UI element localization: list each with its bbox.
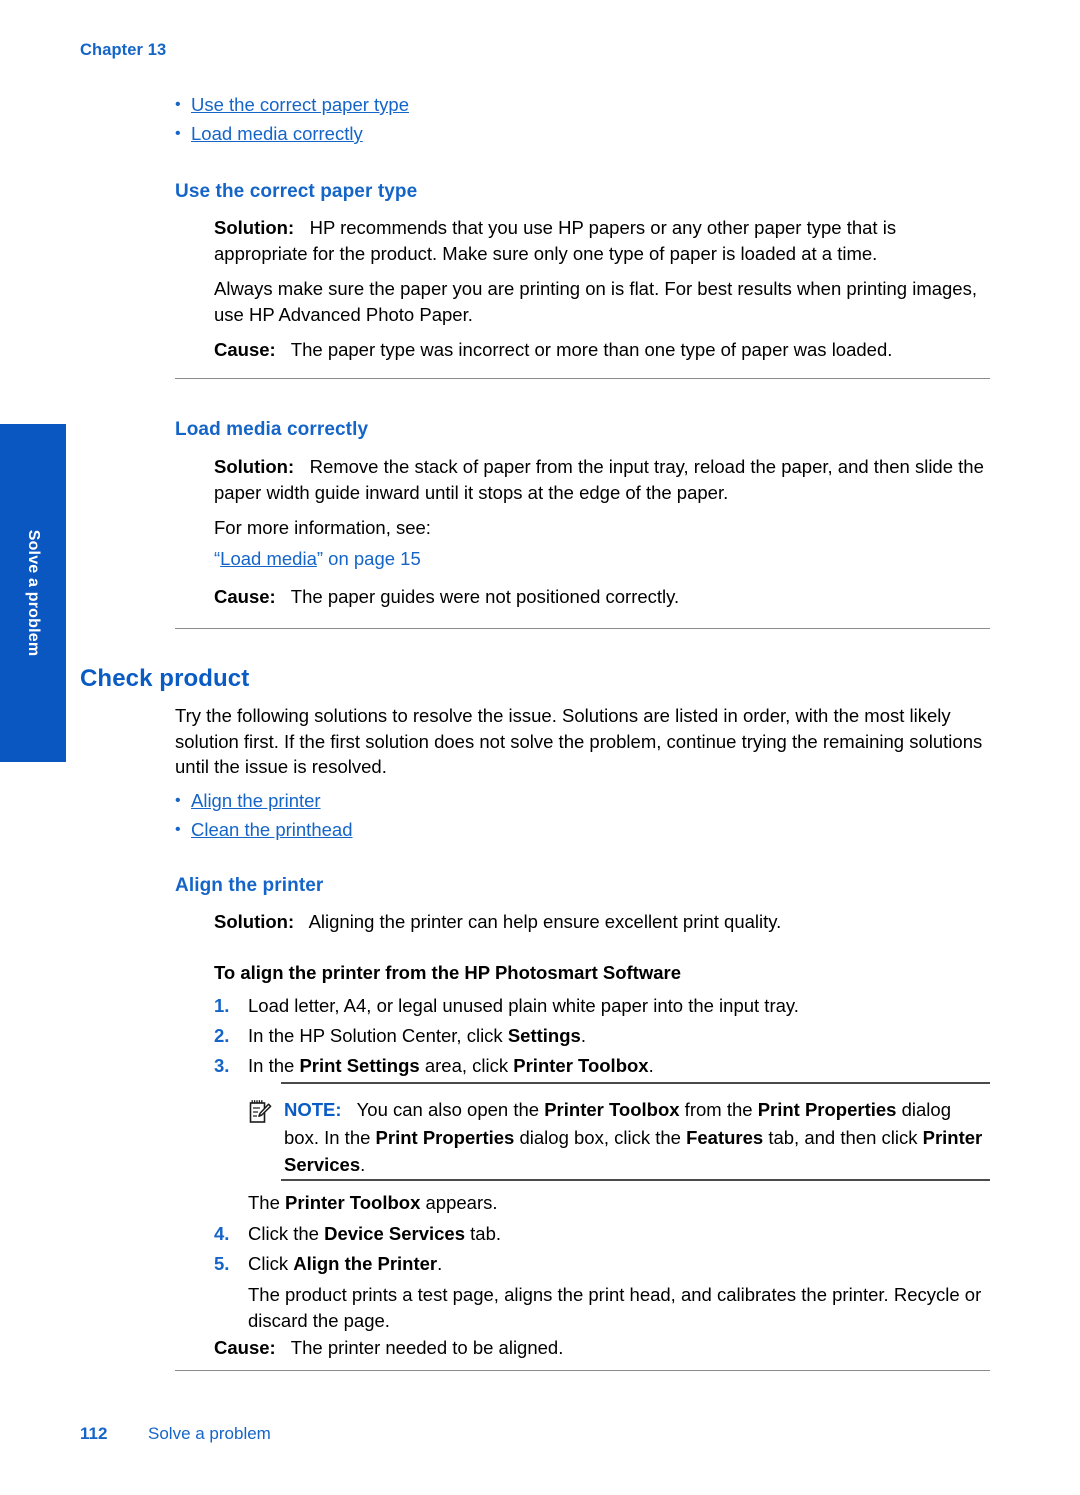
paragraph-align-result: The product prints a test page, aligns t…	[248, 1284, 982, 1331]
procedure-steps-1-3: 1. Load letter, A4, or legal unused plai…	[214, 991, 994, 1081]
heading-align-the-printer: Align the printer	[175, 875, 324, 896]
solution-text: Aligning the printer can help ensure exc…	[308, 911, 782, 932]
solution-label: Solution:	[214, 911, 295, 932]
step-item: 2. In the HP Solution Center, click Sett…	[214, 1021, 994, 1051]
list-item[interactable]: • Clean the printhead	[175, 815, 995, 844]
cause-label: Cause:	[214, 1337, 276, 1358]
step-number: 1.	[214, 995, 230, 1016]
step-number: 4.	[214, 1223, 230, 1244]
list-item[interactable]: • Load media correctly	[175, 119, 995, 148]
footer-section-name: Solve a problem	[148, 1424, 271, 1443]
procedure-steps-4-5: 4. Click the Device Services tab. 5. Cli…	[214, 1219, 994, 1279]
solution-text: HP recommends that you use HP papers or …	[214, 217, 897, 264]
step-item: 4. Click the Device Services tab.	[214, 1219, 994, 1249]
note-bottom-border	[281, 1179, 990, 1181]
link-use-the-correct-paper-type[interactable]: Use the correct paper type	[191, 90, 409, 119]
note-label: NOTE:	[284, 1099, 342, 1120]
paragraph-solution-align-printer: Solution: Aligning the printer can help …	[214, 909, 990, 935]
section-divider	[175, 378, 990, 379]
chapter-header: Chapter 13	[80, 41, 167, 59]
list-item[interactable]: • Align the printer	[175, 786, 995, 815]
section-divider	[175, 628, 990, 629]
paragraph-solution-load-media: Solution: Remove the stack of paper from…	[214, 454, 990, 505]
heading-procedure-align-printer: To align the printer from the HP Photosm…	[214, 962, 681, 983]
link-load-media-correctly[interactable]: Load media correctly	[191, 119, 363, 148]
paragraph-check-product-intro: Try the following solutions to resolve t…	[175, 705, 983, 777]
solution-label: Solution:	[214, 456, 295, 477]
cause-label: Cause:	[214, 586, 276, 607]
cause-text: The paper type was incorrect or more tha…	[290, 339, 893, 360]
footer-page-number: 112	[80, 1424, 108, 1443]
step-text: Click the Device Services tab.	[248, 1223, 501, 1244]
note-body-text: You can also open the Printer Toolbox fr…	[284, 1099, 983, 1175]
bullet-dot-icon: •	[175, 792, 181, 809]
paragraph-paper-flat: Always make sure the paper you are print…	[214, 278, 977, 325]
xref-page-tail: on page 15	[323, 548, 421, 569]
paragraph-cause-align-printer: Cause: The printer needed to be aligned.	[214, 1335, 990, 1361]
paragraph-cause-load-media: Cause: The paper guides were not positio…	[214, 584, 990, 610]
list-item[interactable]: • Use the correct paper type	[175, 90, 995, 119]
solution-label: Solution:	[214, 217, 295, 238]
note-text: NOTE: You can also open the Printer Tool…	[248, 1096, 990, 1179]
solution-text: Remove the stack of paper from the input…	[214, 456, 984, 503]
cross-reference-load-media[interactable]: “Load media” on page 15	[214, 548, 990, 570]
top-link-list: • Use the correct paper type • Load medi…	[175, 90, 995, 148]
heading-load-media-correctly: Load media correctly	[175, 419, 369, 440]
section-divider	[175, 1370, 990, 1371]
link-load-media-xref[interactable]: Load media	[220, 548, 317, 569]
link-align-the-printer[interactable]: Align the printer	[191, 786, 321, 815]
step-item: 3. In the Print Settings area, click Pri…	[214, 1051, 994, 1081]
paragraph-solution-paper-type: Solution: HP recommends that you use HP …	[214, 215, 990, 266]
step-item: 1. Load letter, A4, or legal unused plai…	[214, 991, 994, 1021]
check-product-link-list: • Align the printer • Clean the printhea…	[175, 786, 995, 844]
document-page: Chapter 13 Solve a problem • Use the cor…	[0, 0, 1080, 1495]
paragraph-cause-paper-type: Cause: The paper type was incorrect or m…	[214, 337, 990, 363]
step-text: Click Align the Printer.	[248, 1253, 443, 1274]
side-tab-solve-a-problem: Solve a problem	[0, 424, 66, 762]
bullet-dot-icon: •	[175, 125, 181, 142]
step-number: 2.	[214, 1025, 230, 1046]
step-number: 3.	[214, 1055, 230, 1076]
heading-use-the-correct-paper-type: Use the correct paper type	[175, 181, 418, 202]
step-text: In the Print Settings area, click Printe…	[248, 1055, 654, 1076]
step-item: 5. Click Align the Printer.	[214, 1249, 994, 1279]
link-clean-the-printhead[interactable]: Clean the printhead	[191, 815, 352, 844]
cause-text: The paper guides were not positioned cor…	[290, 586, 680, 607]
bullet-dot-icon: •	[175, 96, 181, 113]
step-text: Load letter, A4, or legal unused plain w…	[248, 995, 799, 1016]
paragraph-more-information: For more information, see:	[214, 517, 431, 538]
note-block: NOTE: You can also open the Printer Tool…	[248, 1096, 990, 1179]
heading-check-product: Check product	[80, 665, 250, 692]
paragraph-printer-toolbox-appears: The Printer Toolbox appears.	[248, 1192, 498, 1213]
step-text: In the HP Solution Center, click Setting…	[248, 1025, 586, 1046]
step-number: 5.	[214, 1253, 230, 1274]
note-top-border	[281, 1082, 990, 1084]
note-pencil-icon	[248, 1099, 272, 1125]
bullet-dot-icon: •	[175, 821, 181, 838]
cause-label: Cause:	[214, 339, 276, 360]
cause-text: The printer needed to be aligned.	[290, 1337, 564, 1358]
side-tab-label: Solve a problem	[25, 529, 42, 657]
